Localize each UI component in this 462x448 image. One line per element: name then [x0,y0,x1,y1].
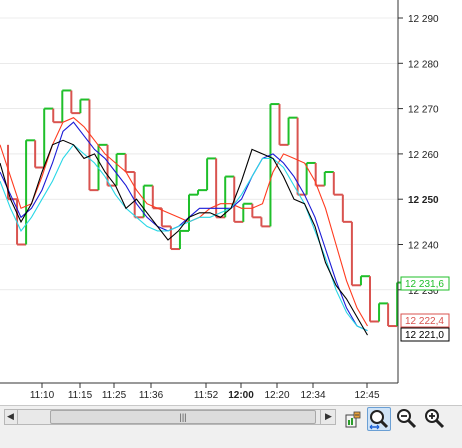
zoom-in-icon [425,409,445,429]
price-tick-label: 12 260 [408,150,439,161]
time-tick-label: 11:10 [30,390,55,401]
price-tag-label: 12 221,0 [405,330,444,341]
scroll-left-button[interactable]: ◀ [4,409,18,425]
chart-grid [0,17,398,291]
price-tag-label: 12 222,4 [405,316,444,327]
time-tick-label: 12:20 [264,390,289,401]
moving-averages [0,117,368,336]
time-tick-label: 11:15 [68,390,93,401]
time-tick-label: 11:36 [139,390,164,401]
ma-line-2 [0,144,368,332]
price-tick-label: 12 280 [408,59,439,70]
chart-settings-icon [345,411,361,428]
price-tick-label: 12 250 [408,195,439,206]
time-axis: 11:10 11:15 11:25 11:36 11:52 12:00 12:20 12:34… [30,383,380,401]
zoom-fit-button[interactable] [367,407,391,431]
price-tick-label: 12 290 [408,14,439,25]
ma-line-3 [0,139,368,336]
scroll-right-button[interactable]: ▶ [320,409,336,425]
scroll-thumb[interactable]: ||| [50,410,316,424]
zoom-in-button[interactable] [423,407,447,431]
ma-line-1 [0,121,368,332]
price-axis: 12 29012 28012 27012 26012 25012 24012 2… [398,14,439,297]
price-tags: 12 231,6 12 222,4 12 221,0 [400,276,450,342]
zoom-out-icon [397,409,417,429]
zoom-out-button[interactable] [395,407,419,431]
time-tick-label: 12:45 [354,390,379,401]
time-tick-label: 11:52 [194,390,219,401]
zoom-fit-icon [369,410,389,430]
time-tick-label: 11:25 [102,390,127,401]
time-tick-label: 12:00 [228,390,254,401]
price-tag-label: 12 231,6 [405,279,444,290]
price-tick-label: 12 240 [408,241,439,252]
price-tick-label: 12 270 [408,105,439,116]
price-chart[interactable]: 12 290 12 280 12 270 12 260 12 250 12 240 12 2… [0,0,462,447]
time-tick-label: 12:34 [300,390,325,401]
chart-settings-button[interactable] [341,407,365,431]
